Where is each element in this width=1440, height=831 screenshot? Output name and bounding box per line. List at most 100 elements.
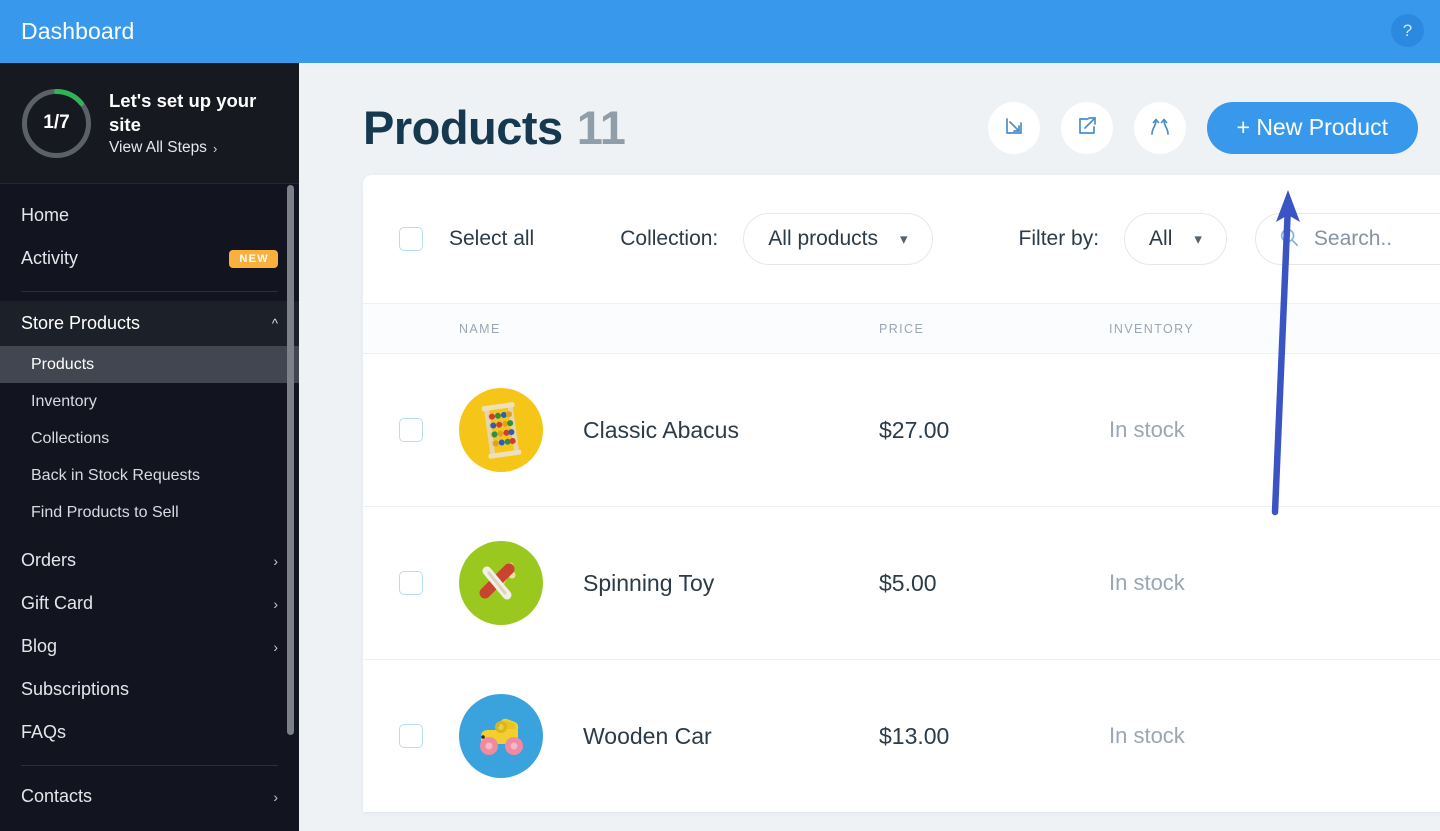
product-name: Wooden Car: [583, 722, 712, 749]
sidebar-scrollbar[interactable]: [287, 185, 294, 735]
column-header-price: PRICE: [879, 321, 925, 336]
chevron-down-icon: ▾: [1194, 231, 1202, 248]
product-inventory: In stock: [1109, 570, 1185, 595]
product-inventory: In stock: [1109, 417, 1185, 442]
filter-value: All: [1149, 227, 1173, 250]
arrow-out-of-box-icon: [1075, 114, 1099, 141]
top-bar: Dashboard ?: [0, 0, 1440, 63]
sidebar-divider: [21, 291, 278, 292]
sidebar-item-activity[interactable]: Activity NEW: [0, 237, 299, 280]
main-content: Products 11 + New Product Select all Col…: [299, 63, 1440, 831]
collection-dropdown[interactable]: All products ▾: [743, 213, 933, 265]
chevron-up-icon: ^: [271, 316, 278, 331]
new-badge: NEW: [229, 249, 278, 268]
sidebar-item-collections[interactable]: Collections: [0, 420, 299, 457]
merge-arrows-icon: [1148, 114, 1172, 141]
product-price: $13.00: [879, 722, 950, 749]
sidebar-item-gift-card[interactable]: Gift Card ›: [0, 582, 299, 625]
row-name-cell: Classic Abacus: [459, 388, 879, 472]
sidebar-item-label: Subscriptions: [21, 679, 130, 699]
chevron-down-icon: ▾: [900, 231, 908, 248]
view-all-steps-label: View All Steps: [109, 139, 207, 157]
sidebar-item-faqs[interactable]: FAQs: [0, 711, 299, 754]
sidebar-section-label: Store Products: [21, 313, 141, 333]
table-row[interactable]: Classic Abacus $27.00 In stock: [363, 353, 1440, 506]
row-checkbox[interactable]: [399, 724, 423, 748]
filter-bar: Select all Collection: All products ▾ Fi…: [363, 175, 1440, 303]
row-checkbox-cell: [363, 418, 459, 442]
sidebar-divider-bottom: [21, 765, 278, 766]
sidebar-item-label: Gift Card: [21, 593, 94, 613]
product-count: 11: [576, 101, 626, 154]
search-input[interactable]: Search..: [1254, 213, 1440, 265]
product-inventory: In stock: [1109, 723, 1185, 748]
sidebar-subitem-label: Collections: [31, 429, 110, 447]
table-row[interactable]: Wooden Car $13.00 In stock: [363, 659, 1440, 812]
sidebar-item-label: Contacts: [21, 786, 93, 806]
setup-title: Let's set up your site: [109, 89, 257, 135]
setup-progress-card[interactable]: 1/7 Let's set up your site View All Step…: [0, 63, 299, 184]
sidebar-item-label: Orders: [21, 550, 77, 570]
product-price: $27.00: [879, 416, 950, 443]
collection-label: Collection:: [620, 227, 719, 250]
chevron-right-icon: ›: [273, 595, 278, 612]
sidebar-subitem-label: Inventory: [31, 392, 97, 410]
sidebar-subitem-label: Products: [31, 355, 95, 373]
export-button[interactable]: [1060, 101, 1113, 154]
products-card: Select all Collection: All products ▾ Fi…: [363, 175, 1440, 812]
sidebar-item-label: Blog: [21, 636, 58, 656]
help-button[interactable]: ?: [1391, 14, 1424, 47]
sidebar-item-orders[interactable]: Orders ›: [0, 539, 299, 582]
table-row[interactable]: Spinning Toy $5.00 In stock: [363, 506, 1440, 659]
page-header: Products 11 + New Product: [299, 63, 1440, 155]
collection-value: All products: [768, 227, 878, 250]
sidebar-item-products[interactable]: Products: [0, 346, 299, 383]
new-product-button[interactable]: + New Product: [1206, 101, 1418, 154]
sidebar-item-label: Home: [21, 205, 70, 225]
sync-button[interactable]: [1133, 101, 1186, 154]
import-button[interactable]: [987, 101, 1040, 154]
sidebar-item-home[interactable]: Home: [0, 194, 299, 237]
filter-by-label: Filter by:: [1018, 227, 1100, 250]
abacus-thumbnail: [459, 388, 543, 472]
sidebar-item-blog[interactable]: Blog ›: [0, 625, 299, 668]
chevron-right-icon: ›: [273, 638, 278, 655]
magnifier-icon: [1278, 226, 1300, 253]
arrow-into-box-icon: [1002, 114, 1026, 141]
sidebar-nav: Home Activity NEW Store Products ^ Produ…: [0, 184, 299, 818]
sidebar-section-store-products[interactable]: Store Products ^: [0, 301, 299, 346]
product-price: $5.00: [879, 569, 937, 596]
sidebar-item-contacts[interactable]: Contacts ›: [0, 775, 299, 818]
select-all-label: Select all: [449, 227, 535, 250]
product-name: Classic Abacus: [583, 416, 739, 443]
progress-label: 1/7: [43, 112, 70, 133]
row-name-cell: Wooden Car: [459, 694, 879, 778]
spinning-top-thumbnail: [459, 541, 543, 625]
product-name: Spinning Toy: [583, 569, 715, 596]
sidebar-subitem-label: Find Products to Sell: [31, 503, 179, 521]
sidebar-item-back-in-stock-requests[interactable]: Back in Stock Requests: [0, 457, 299, 494]
row-checkbox[interactable]: [399, 418, 423, 442]
progress-ring: 1/7: [18, 85, 95, 162]
select-all-checkbox[interactable]: [399, 227, 423, 251]
sidebar-item-subscriptions[interactable]: Subscriptions: [0, 668, 299, 711]
sidebar-item-label: Activity: [21, 248, 79, 268]
header-actions: + New Product: [987, 101, 1418, 154]
sidebar-subitem-label: Back in Stock Requests: [31, 466, 200, 484]
filter-by-dropdown[interactable]: All ▾: [1124, 213, 1227, 265]
column-header-name: NAME: [459, 321, 501, 336]
question-mark-icon: ?: [1402, 20, 1413, 40]
page-breadcrumb-title: Dashboard: [21, 18, 135, 44]
row-checkbox[interactable]: [399, 571, 423, 595]
view-all-steps-link[interactable]: View All Steps ›: [109, 139, 269, 157]
row-checkbox-cell: [363, 571, 459, 595]
sidebar-item-label: FAQs: [21, 722, 67, 742]
toy-car-thumbnail: [459, 694, 543, 778]
app-root: Dashboard ? 1/7 Let's set up your site V…: [0, 0, 1440, 831]
page-title: Products: [363, 101, 563, 154]
column-header-inventory: INVENTORY: [1109, 321, 1195, 336]
sidebar-item-find-products-to-sell[interactable]: Find Products to Sell: [0, 494, 299, 531]
sidebar-item-inventory[interactable]: Inventory: [0, 383, 299, 420]
table-header: NAME PRICE INVENTORY: [363, 303, 1440, 353]
chevron-right-icon: ›: [273, 552, 278, 569]
